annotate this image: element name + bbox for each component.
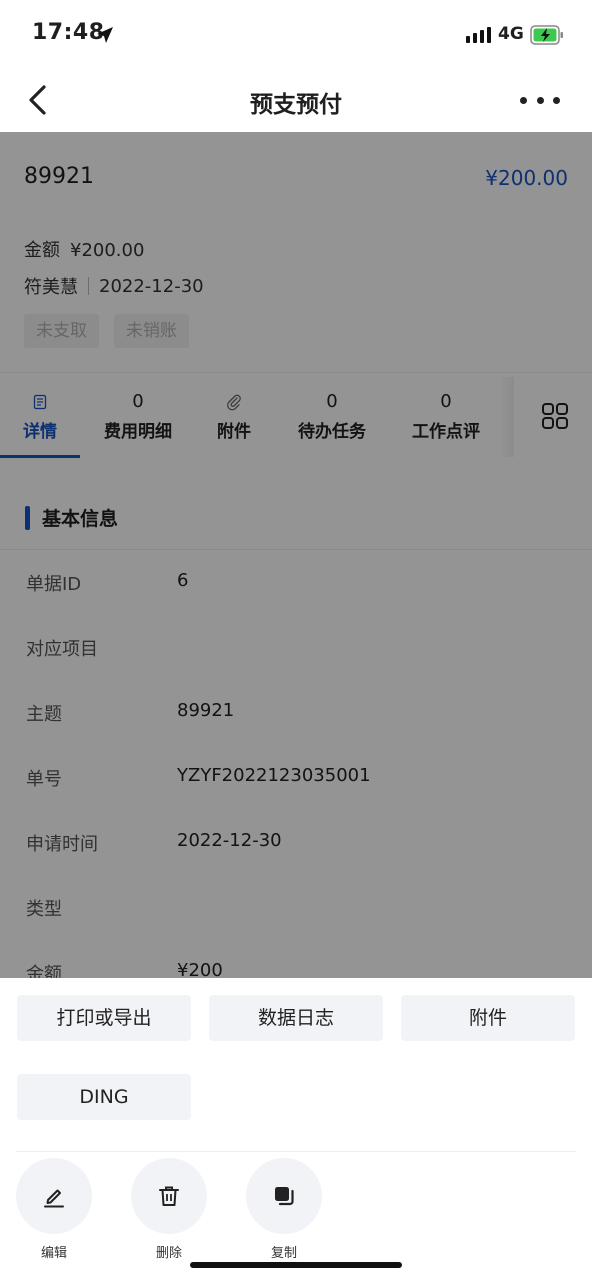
nav-bar: 预支预付 <box>0 70 592 132</box>
page-title: 预支预付 <box>250 92 342 118</box>
modal-backdrop[interactable] <box>0 132 592 978</box>
status-time: 17:48 <box>32 20 105 45</box>
data-log-button[interactable]: 数据日志 <box>209 995 383 1041</box>
battery-icon <box>530 25 563 45</box>
dot-icon <box>553 96 560 104</box>
dot-icon <box>536 96 544 104</box>
network-type: 4G <box>498 24 524 44</box>
trash-icon <box>159 1186 179 1206</box>
divider <box>16 1151 576 1152</box>
edit-icon <box>44 1189 64 1208</box>
edit-label: 编辑 <box>40 1246 67 1261</box>
location-arrow-icon <box>97 27 113 43</box>
ding-button[interactable]: DING <box>17 1074 191 1120</box>
edit-button[interactable] <box>16 1158 92 1234</box>
copy-icon <box>275 1187 294 1206</box>
signal-icon <box>466 27 491 43</box>
delete-label: 删除 <box>155 1246 182 1261</box>
attachments-button[interactable]: 附件 <box>401 995 575 1041</box>
dot-icon <box>520 96 527 104</box>
more-options-button[interactable] <box>520 88 560 112</box>
delete-button[interactable] <box>131 1158 207 1234</box>
status-bar: 17:48 4G <box>0 0 592 70</box>
copy-button[interactable] <box>246 1158 322 1234</box>
copy-label: 复制 <box>270 1246 297 1261</box>
home-indicator <box>190 1262 402 1268</box>
action-sheet: 打印或导出 数据日志 附件 DING 编辑 删除 复制 <box>0 978 592 1280</box>
print-export-button[interactable]: 打印或导出 <box>17 995 191 1041</box>
